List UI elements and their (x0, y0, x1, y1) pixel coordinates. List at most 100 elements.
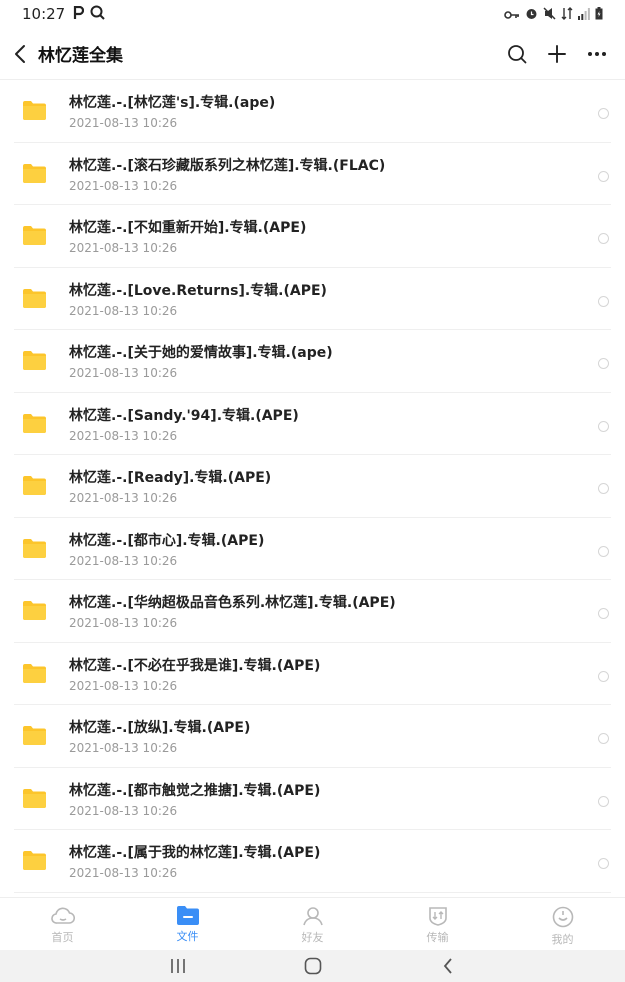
file-date: 2021-08-13 10:26 (69, 241, 178, 255)
file-name: 林忆莲.-.[华纳超极品音色系列.林忆莲].专辑.(APE) (69, 595, 396, 611)
status-bar: 10:27 (0, 0, 625, 28)
folder-icon (23, 226, 46, 245)
file-date: 2021-08-13 10:26 (69, 866, 178, 880)
tab-label: 我的 (551, 933, 574, 946)
wifi-icon (561, 5, 573, 24)
tab-home[interactable]: 首页 (0, 898, 125, 950)
folder-icon (23, 788, 46, 808)
home-icon (304, 957, 321, 975)
battery-icon (595, 5, 603, 24)
app-header: 林忆莲全集 (0, 28, 625, 80)
tab-mine[interactable]: 我的 (500, 898, 625, 950)
file-row[interactable]: 林忆莲.-.[华纳超极品音色系列.林忆莲].专辑.(APE) 2021-08-1… (0, 580, 625, 643)
file-row[interactable]: 林忆莲.-.[Sandy.'94].专辑.(APE) 2021-08-13 10… (0, 393, 625, 456)
select-checkbox[interactable] (598, 170, 609, 182)
folder-icon (23, 663, 46, 683)
plus-icon (548, 44, 566, 63)
more-icon (588, 51, 606, 56)
select-checkbox[interactable] (598, 233, 609, 244)
file-date: 2021-08-13 10:26 (69, 491, 178, 505)
file-date: 2021-08-13 10:26 (69, 678, 178, 693)
folder-icon (176, 906, 199, 925)
folder-icon (23, 163, 46, 183)
folder-icon (23, 851, 46, 870)
select-checkbox[interactable] (598, 608, 609, 619)
friends-icon (302, 907, 323, 926)
system-back-button[interactable] (428, 950, 468, 982)
tab-label: 传输 (426, 931, 449, 944)
file-date: 2021-08-13 10:26 (69, 616, 178, 630)
file-date: 2021-08-13 10:26 (69, 116, 178, 130)
status-time: 10:27 (22, 5, 66, 23)
select-checkbox[interactable] (598, 795, 609, 807)
tab-label: 文件 (176, 930, 199, 943)
file-date: 2021-08-13 10:26 (69, 803, 178, 818)
transfer-icon (428, 907, 447, 926)
select-checkbox[interactable] (598, 858, 609, 869)
cloud-home-icon (50, 907, 75, 924)
file-name: 林忆莲.-.[不必在乎我是谁].专辑.(APE) (69, 657, 321, 674)
file-name: 林忆莲.-.[Love.Returns].专辑.(APE) (69, 282, 327, 299)
recent-apps-button[interactable] (158, 950, 198, 982)
folder-icon (23, 413, 46, 433)
tab-friends[interactable]: 好友 (250, 898, 375, 950)
file-row[interactable]: 林忆莲.-.[关于她的爱情故事].专辑.(ape) 2021-08-13 10:… (0, 330, 625, 393)
file-name: 林忆莲.-.[Ready].专辑.(APE) (69, 470, 272, 486)
file-date: 2021-08-13 10:26 (69, 741, 178, 755)
file-name: 林忆莲.-.[林忆莲's].专辑.(ape) (69, 95, 276, 111)
file-name: 林忆莲.-.[滚石珍藏版系列之林忆莲].专辑.(FLAC) (69, 157, 386, 174)
folder-icon (23, 726, 46, 745)
tab-label: 好友 (301, 931, 324, 944)
tab-label: 首页 (51, 931, 74, 944)
home-button[interactable] (293, 950, 333, 982)
file-row[interactable]: 林忆莲.-.[Love.Returns].专辑.(APE) 2021-08-13… (0, 268, 625, 331)
file-date: 2021-08-13 10:26 (69, 428, 178, 443)
file-row[interactable]: 林忆莲.-.[滚石珍藏版系列之林忆莲].专辑.(FLAC) 2021-08-13… (0, 143, 625, 206)
folder-icon (23, 476, 46, 495)
page-title: 林忆莲全集 (38, 46, 123, 66)
select-checkbox[interactable] (598, 670, 609, 682)
back-icon (443, 958, 452, 974)
file-row[interactable]: 林忆莲.-.[都市触觉之推搪].专辑.(APE) 2021-08-13 10:2… (0, 768, 625, 831)
file-name: 林忆莲.-.[属于我的林忆莲].专辑.(APE) (69, 845, 321, 861)
file-row[interactable]: 林忆莲.-.[Ready].专辑.(APE) 2021-08-13 10:26 (0, 455, 625, 518)
select-checkbox[interactable] (598, 545, 609, 557)
profile-icon (552, 906, 573, 928)
select-checkbox[interactable] (598, 733, 609, 744)
file-row[interactable]: 林忆莲.-.[放纵].专辑.(APE) 2021-08-13 10:26 (0, 705, 625, 768)
folder-icon (23, 101, 46, 120)
add-button[interactable] (537, 28, 577, 80)
file-date: 2021-08-13 10:26 (69, 366, 178, 380)
file-row[interactable]: 林忆莲.-.[林忆莲's].专辑.(ape) 2021-08-13 10:26 (0, 80, 625, 143)
p-icon (73, 5, 85, 24)
tab-transfer[interactable]: 传输 (375, 898, 500, 950)
key-icon (504, 5, 520, 24)
tab-files[interactable]: 文件 (125, 898, 250, 950)
signal-icon (578, 5, 590, 24)
file-row[interactable]: 林忆莲.-.[不必在乎我是谁].专辑.(APE) 2021-08-13 10:2… (0, 643, 625, 706)
select-checkbox[interactable] (598, 295, 609, 307)
file-name: 林忆莲.-.[放纵].专辑.(APE) (69, 720, 251, 736)
file-name: 林忆莲.-.[关于她的爱情故事].专辑.(ape) (69, 345, 333, 361)
more-button[interactable] (577, 28, 617, 80)
file-row[interactable]: 林忆莲.-.[都市心].专辑.(APE) 2021-08-13 10:26 (0, 518, 625, 581)
search-icon (508, 44, 527, 63)
file-row[interactable]: 林忆莲.-.[不如重新开始].专辑.(APE) 2021-08-13 10:26 (0, 205, 625, 268)
select-checkbox[interactable] (598, 358, 609, 369)
select-checkbox[interactable] (598, 108, 609, 119)
select-checkbox[interactable] (598, 483, 609, 494)
folder-icon (23, 601, 46, 620)
chevron-left-icon (15, 44, 25, 63)
search-button[interactable] (497, 28, 537, 80)
file-name: 林忆莲.-.[都市心].专辑.(APE) (69, 532, 265, 549)
select-checkbox[interactable] (598, 420, 609, 432)
system-nav-bar (0, 950, 625, 982)
file-list: 林忆莲.-.[林忆莲's].专辑.(ape) 2021-08-13 10:26 … (0, 80, 625, 897)
file-date: 2021-08-13 10:26 (69, 303, 178, 318)
folder-icon (23, 288, 46, 308)
folder-icon (23, 351, 46, 370)
file-name: 林忆莲.-.[都市触觉之推搪].专辑.(APE) (69, 782, 321, 799)
file-row[interactable]: 林忆莲.-.[属于我的林忆莲].专辑.(APE) 2021-08-13 10:2… (0, 830, 625, 893)
back-button[interactable] (2, 28, 38, 80)
folder-icon (23, 538, 46, 558)
